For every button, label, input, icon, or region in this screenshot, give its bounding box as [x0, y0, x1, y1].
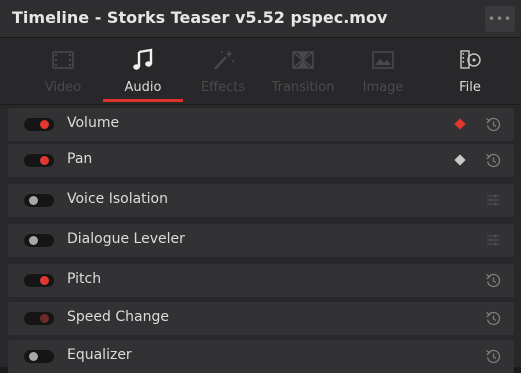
equalizer-toggle[interactable] — [24, 350, 54, 363]
tab-effects[interactable]: Effects — [183, 38, 263, 104]
toggle-indicator — [29, 236, 38, 245]
title-bar: Timeline - Storks Teaser v5.52 pspec.mov… — [0, 0, 521, 38]
pan-label: Pan — [67, 151, 93, 167]
reset-icon[interactable] — [485, 272, 502, 289]
list-item-volume[interactable]: Volume — [8, 108, 514, 141]
toggle-indicator — [40, 276, 49, 285]
tab-file[interactable]: File — [430, 38, 510, 104]
tab-transition[interactable]: Transition — [263, 38, 343, 104]
file-reel-icon — [460, 50, 481, 69]
adjust-icon[interactable] — [486, 233, 500, 247]
active-tab-indicator — [103, 99, 183, 102]
panel-title: Timeline - Storks Teaser v5.52 pspec.mov — [12, 8, 388, 27]
list-item-dialogue-leveler[interactable]: Dialogue Leveler — [8, 224, 514, 257]
tab-image-label: Image — [362, 80, 404, 95]
music-note-icon — [133, 48, 153, 70]
tab-video[interactable]: Video — [23, 38, 103, 104]
toggle-indicator — [40, 156, 49, 165]
voice-isolation-label: Voice Isolation — [67, 191, 168, 207]
tab-effects-label: Effects — [200, 80, 246, 95]
toggle-indicator — [29, 196, 38, 205]
keyframe-diamond-icon[interactable] — [454, 118, 466, 130]
tab-audio-label: Audio — [124, 80, 162, 95]
reset-icon[interactable] — [485, 152, 502, 169]
image-icon — [372, 51, 394, 69]
transition-icon — [292, 51, 314, 69]
speed-change-label: Speed Change — [67, 309, 169, 325]
inspector-panel: Timeline - Storks Teaser v5.52 pspec.mov… — [0, 0, 521, 373]
voice-isolation-toggle[interactable] — [24, 194, 54, 207]
speed-change-toggle[interactable] — [24, 312, 54, 325]
list-item-pan[interactable]: Pan — [8, 144, 514, 177]
dialogue-leveler-label: Dialogue Leveler — [67, 231, 185, 247]
tab-video-label: Video — [44, 80, 82, 95]
inspector-tabs: Video Audio Effects Transition Image Fil… — [0, 38, 521, 105]
adjust-icon[interactable] — [486, 193, 500, 207]
pitch-toggle[interactable] — [24, 274, 54, 287]
video-film-icon — [52, 51, 74, 69]
list-item-pitch[interactable]: Pitch — [8, 264, 514, 297]
reset-icon[interactable] — [485, 116, 502, 133]
pitch-label: Pitch — [67, 271, 102, 287]
reset-icon[interactable] — [485, 348, 502, 365]
list-item-voice-isolation[interactable]: Voice Isolation — [8, 184, 514, 217]
tab-file-label: File — [459, 80, 481, 95]
list-item-speed-change[interactable]: Speed Change — [8, 302, 514, 335]
dialogue-leveler-toggle[interactable] — [24, 234, 54, 247]
keyframe-diamond-icon[interactable] — [454, 154, 466, 166]
tab-image[interactable]: Image — [343, 38, 423, 104]
volume-label: Volume — [67, 115, 120, 131]
magic-wand-icon — [214, 50, 234, 70]
tab-audio[interactable]: Audio — [103, 38, 183, 104]
toggle-indicator — [29, 352, 38, 361]
list-item-equalizer[interactable]: Equalizer — [8, 340, 514, 373]
pan-toggle[interactable] — [24, 154, 54, 167]
toggle-indicator — [40, 120, 49, 129]
tab-transition-label: Transition — [271, 80, 335, 95]
volume-toggle[interactable] — [24, 118, 54, 131]
equalizer-label: Equalizer — [67, 347, 132, 363]
toggle-indicator — [40, 314, 49, 323]
more-options-button[interactable]: ••• — [485, 6, 515, 32]
reset-icon[interactable] — [485, 310, 502, 327]
